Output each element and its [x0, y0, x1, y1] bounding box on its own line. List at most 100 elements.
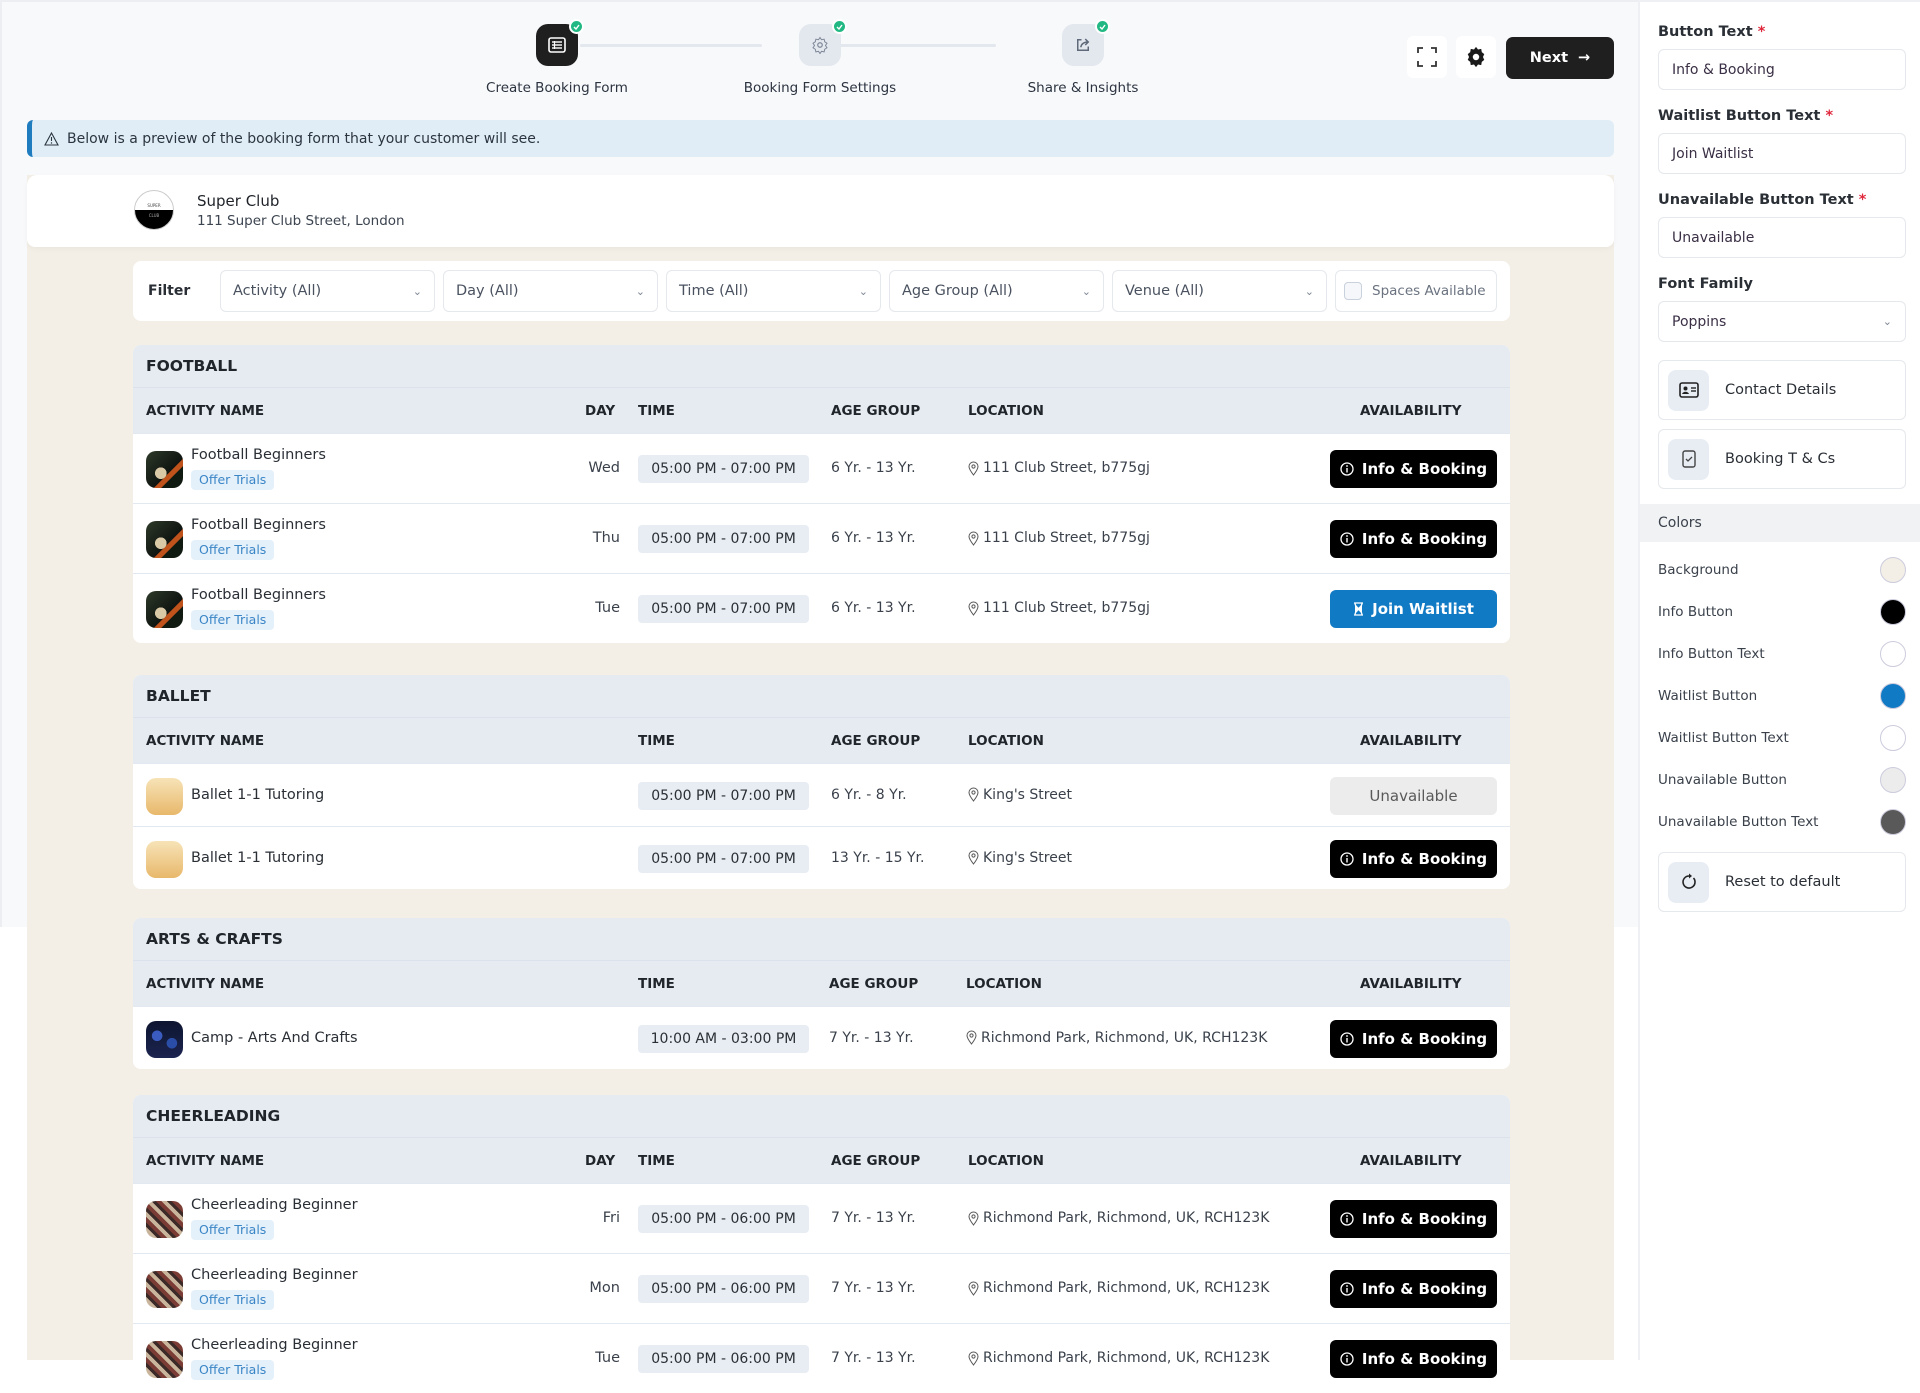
color-setting-row: Unavailable Button [1658, 765, 1906, 795]
activity-group: ARTS & CRAFTS ACTIVITY NAME TIME AGE GRO… [133, 918, 1510, 1069]
age-group-filter-select[interactable]: Age Group (All) ⌄ [889, 270, 1104, 312]
color-swatch[interactable] [1880, 557, 1906, 583]
info-booking-button[interactable]: Info & Booking [1330, 839, 1497, 878]
color-label: Waitlist Button Text [1658, 730, 1789, 746]
time-slot: 05:00 PM - 07:00 PM [638, 781, 809, 810]
arrow-right-icon: → [1578, 50, 1591, 66]
group-title: FOOTBALL [133, 345, 1510, 388]
color-swatch[interactable] [1880, 641, 1906, 667]
unavailable-button-text-input[interactable]: Unavailable [1658, 217, 1906, 258]
hourglass-icon [1354, 602, 1364, 616]
age-group: 6 Yr. - 13 Yr. [831, 460, 916, 476]
button-text-label: Button Text * [1658, 24, 1766, 40]
color-swatch[interactable] [1880, 725, 1906, 751]
col-availability: AVAILABILITY [1360, 1153, 1462, 1169]
location: 111 Club Street, b775gj [968, 600, 1150, 616]
location: King's Street [968, 787, 1072, 803]
time-text: 10:00 AM - 03:00 PM [650, 1030, 797, 1047]
info-booking-button[interactable]: Info & Booking [1330, 1340, 1497, 1378]
settings-button[interactable] [1456, 36, 1496, 78]
select-value: Age Group (All) [902, 283, 1013, 299]
table-row: Football Beginners Offer Trials Wed 05:0… [133, 433, 1510, 503]
age-group: 13 Yr. - 15 Yr. [831, 849, 925, 866]
location-text: Richmond Park, Richmond, UK, RCH123K [983, 1350, 1270, 1366]
share-icon [1062, 19, 1110, 66]
time-filter-select[interactable]: Time (All) ⌄ [666, 270, 881, 312]
unavailable-button-text-label: Unavailable Button Text * [1658, 192, 1867, 208]
button-label: Info & Booking [1361, 1280, 1488, 1298]
button-label: Info & Booking [1361, 1210, 1488, 1228]
info-booking-button[interactable]: Info & Booking [1330, 520, 1497, 558]
button-text-input[interactable]: Info & Booking [1658, 49, 1906, 90]
activity-name: Cheerleading Beginner [191, 1197, 358, 1213]
check-badge-icon [1095, 19, 1110, 34]
spaces-available-checkbox[interactable] [1344, 282, 1362, 300]
select-value: Time (All) [679, 283, 749, 299]
color-swatch[interactable] [1880, 809, 1906, 835]
color-swatch[interactable] [1880, 599, 1906, 625]
color-setting-row: Waitlist Button Text [1658, 723, 1906, 753]
location-text: Richmond Park, Richmond, UK, RCH123K [983, 1280, 1270, 1296]
fullscreen-button[interactable] [1407, 36, 1447, 78]
info-booking-button[interactable]: Info & Booking [1330, 1019, 1497, 1058]
activity-name: Cheerleading Beginner [191, 1267, 358, 1283]
info-booking-button[interactable]: Info & Booking [1330, 450, 1497, 488]
step-share-insights[interactable]: Share & Insights [983, 19, 1183, 96]
chevron-down-icon: ⌄ [1081, 284, 1091, 298]
day-filter-select[interactable]: Day (All) ⌄ [443, 270, 658, 312]
next-button-label: Next [1529, 50, 1569, 66]
color-swatch[interactable] [1880, 683, 1906, 709]
chevron-down-icon: ⌄ [412, 284, 422, 298]
time-slot: 10:00 AM - 03:00 PM [638, 1024, 809, 1053]
color-swatch[interactable] [1880, 767, 1906, 793]
col-activity-name: ACTIVITY NAME [146, 403, 265, 419]
settings-panel: Button Text * Info & Booking Waitlist Bu… [1638, 0, 1920, 1360]
age-group: 6 Yr. - 13 Yr. [831, 600, 916, 616]
color-label: Info Button Text [1658, 646, 1765, 662]
location: Richmond Park, Richmond, UK, RCH123K [968, 1350, 1269, 1366]
time-slot: 05:00 PM - 07:00 PM [638, 595, 809, 623]
chevron-down-icon: ⌄ [1882, 315, 1892, 328]
table-row: Football Beginners Offer Trials Thu 05:0… [133, 503, 1510, 573]
table-row: Ballet 1-1 Tutoring 05:00 PM - 07:00 PM … [133, 826, 1510, 889]
card-label: Booking T & Cs [1725, 451, 1836, 467]
activity-name: Football Beginners [191, 447, 326, 463]
info-booking-button[interactable]: Info & Booking [1330, 1270, 1497, 1308]
location-pin-icon [968, 601, 979, 616]
time-text: 05:00 PM - 07:00 PM [651, 601, 796, 617]
location-pin-icon [968, 850, 979, 865]
time-text: 05:00 PM - 07:00 PM [651, 787, 796, 804]
offer-trials-badge: Offer Trials [191, 470, 275, 490]
font-family-label: Font Family [1658, 276, 1753, 292]
time-text: 05:00 PM - 07:00 PM [651, 850, 796, 867]
booking-tcs-button[interactable]: Booking T & Cs [1658, 429, 1906, 489]
activity-group: BALLET ACTIVITY NAME TIME AGE GROUP LOCA… [133, 675, 1510, 889]
activity-thumbnail [146, 521, 183, 558]
font-family-select[interactable]: Poppins ⌄ [1658, 301, 1906, 342]
activity-thumbnail [146, 1201, 183, 1238]
group-title: ARTS & CRAFTS [133, 918, 1510, 961]
refresh-icon [1668, 861, 1709, 903]
info-icon [1340, 1212, 1354, 1226]
contact-details-button[interactable]: Contact Details [1658, 360, 1906, 420]
venue-filter-select[interactable]: Venue (All) ⌄ [1112, 270, 1327, 312]
location-text: King's Street [983, 849, 1072, 866]
activity-group: FOOTBALL ACTIVITY NAME DAY TIME AGE GROU… [133, 345, 1510, 643]
spaces-available-toggle[interactable]: Spaces Available [1335, 270, 1497, 312]
col-time: TIME [638, 733, 675, 749]
info-icon [1340, 462, 1354, 476]
age-group: 6 Yr. - 13 Yr. [831, 530, 916, 546]
waitlist-button-text-input[interactable]: Join Waitlist [1658, 133, 1906, 174]
step-booking-form-settings[interactable]: Booking Form Settings [720, 19, 920, 96]
color-setting-row: Background [1658, 555, 1906, 585]
color-label: Info Button [1658, 604, 1734, 620]
reset-to-default-button[interactable]: Reset to default [1658, 852, 1906, 912]
next-button[interactable]: Next → [1506, 37, 1614, 79]
checkbox-label: Spaces Available [1372, 283, 1486, 299]
step-create-booking-form[interactable]: Create Booking Form [457, 19, 657, 96]
age-group: 7 Yr. - 13 Yr. [831, 1350, 916, 1366]
time-slot: 05:00 PM - 06:00 PM [638, 1275, 809, 1303]
activity-filter-select[interactable]: Activity (All) ⌄ [220, 270, 435, 312]
join-waitlist-button[interactable]: Join Waitlist [1330, 590, 1497, 628]
info-booking-button[interactable]: Info & Booking [1330, 1200, 1497, 1238]
